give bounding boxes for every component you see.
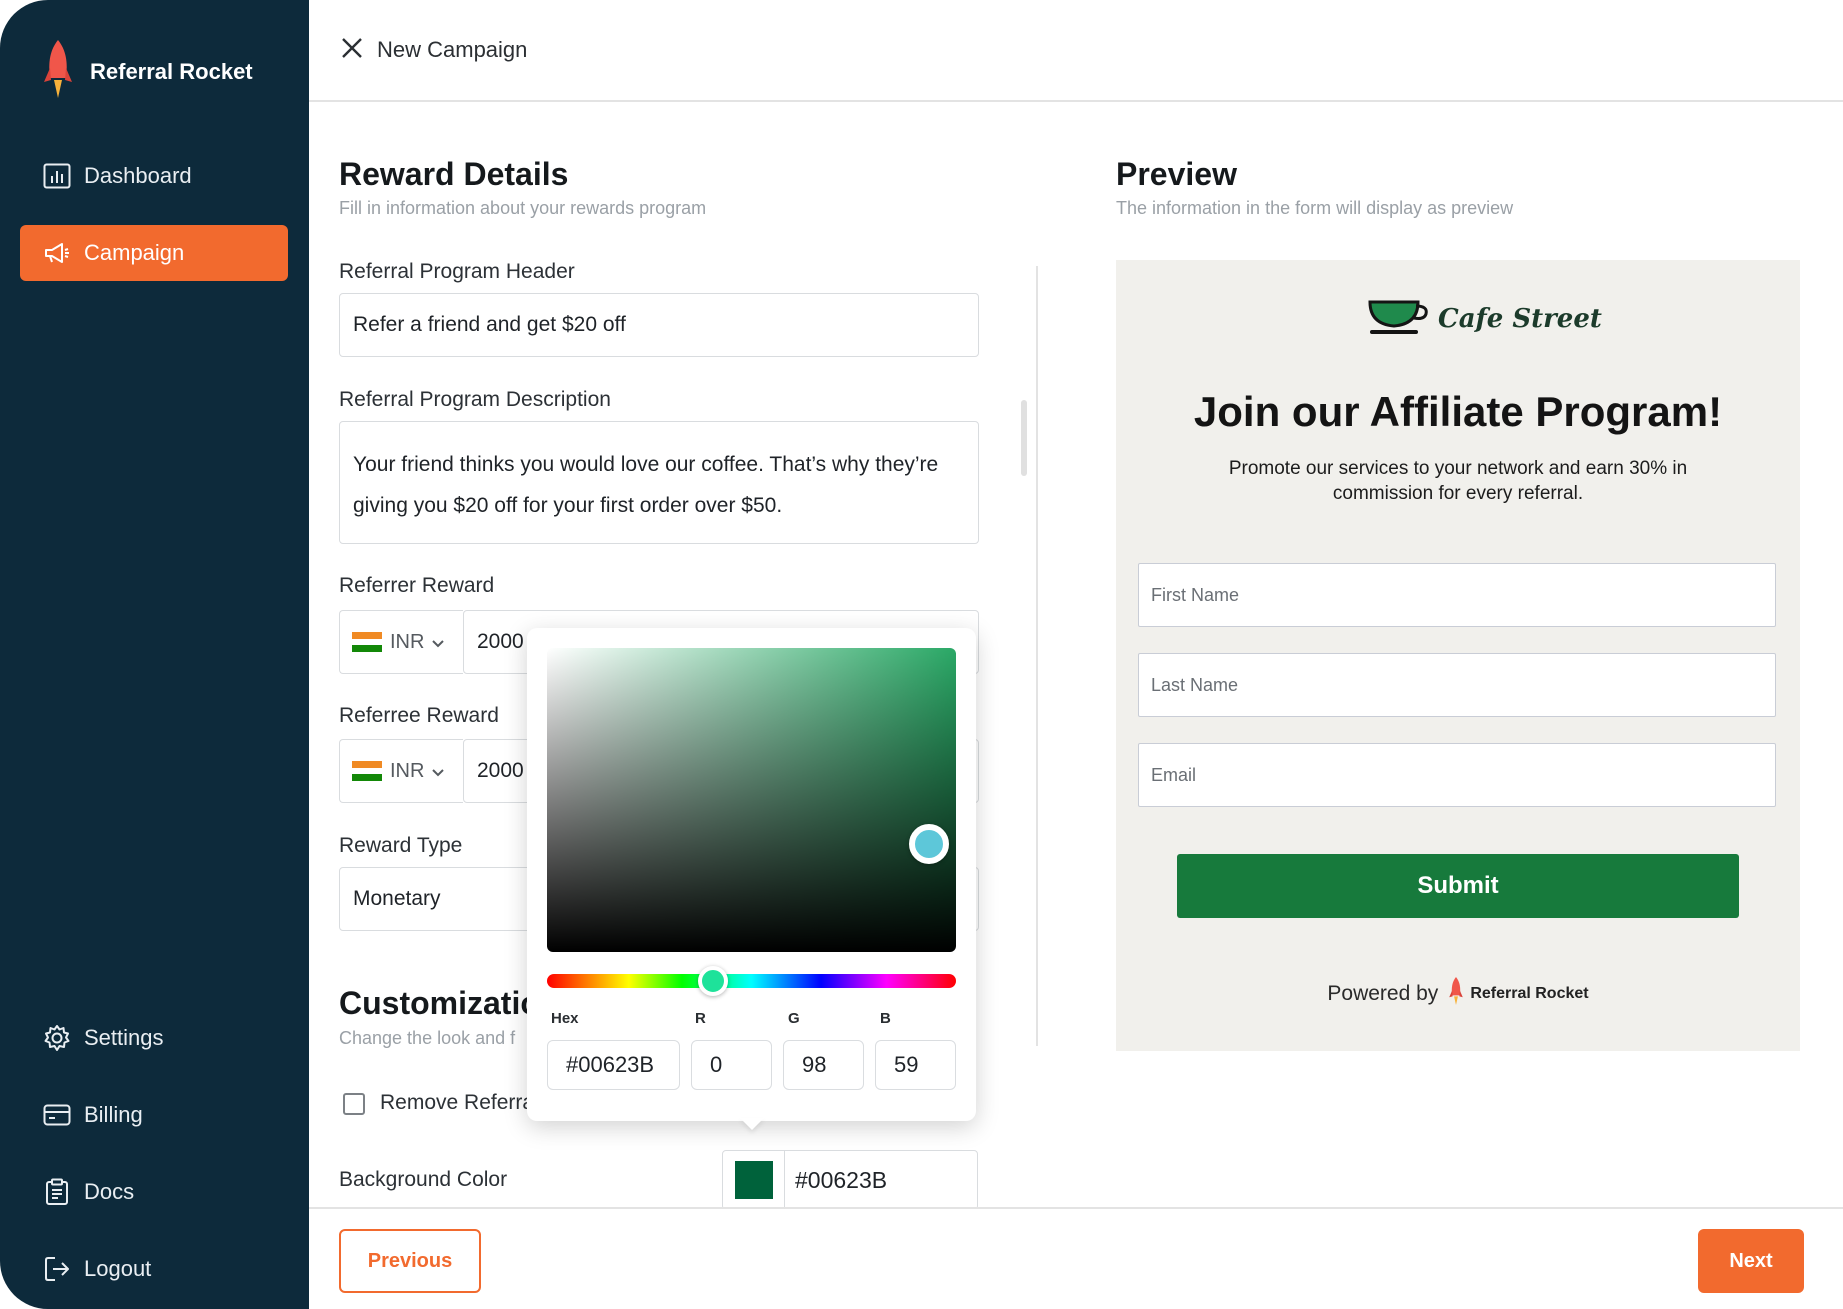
customization-subtitle: Change the look and f bbox=[339, 1028, 516, 1048]
preview-email-input[interactable]: Email bbox=[1138, 743, 1776, 807]
sidebar-item-billing[interactable]: Billing bbox=[20, 1087, 288, 1143]
color-picker: Hex R G B #00623B 0 98 59 bbox=[527, 628, 976, 1121]
background-color-field[interactable]: #00623B bbox=[722, 1150, 978, 1210]
brand-logo[interactable]: Referral Rocket bbox=[42, 38, 253, 105]
chevron-down-icon bbox=[432, 631, 445, 654]
close-icon[interactable] bbox=[341, 37, 363, 64]
sidebar: Referral Rocket Dashboard Campaign Setti… bbox=[0, 0, 309, 1309]
sidebar-item-logout[interactable]: Logout bbox=[20, 1241, 288, 1297]
referrer-reward-label: Referrer Reward bbox=[339, 574, 495, 597]
header-input[interactable]: Refer a friend and get $20 off bbox=[339, 293, 979, 357]
customization-title: Customizatio bbox=[339, 985, 540, 1021]
vertical-divider bbox=[1036, 266, 1038, 1046]
description-label: Referral Program Description bbox=[339, 388, 611, 411]
g-input[interactable]: 98 bbox=[783, 1040, 864, 1090]
sidebar-item-label: Logout bbox=[84, 1256, 152, 1281]
preview-subtitle: The information in the form will display… bbox=[1116, 198, 1514, 218]
reward-details-subtitle: Fill in information about your rewards p… bbox=[339, 198, 707, 218]
remove-branding-label: Remove Referra bbox=[380, 1091, 535, 1114]
b-input[interactable]: 59 bbox=[875, 1040, 956, 1090]
cafe-logo-text: Cafe Street bbox=[1438, 303, 1602, 334]
sidebar-item-label: Dashboard bbox=[84, 163, 192, 188]
background-color-label: Background Color bbox=[339, 1168, 508, 1191]
sidebar-item-label: Billing bbox=[84, 1102, 143, 1127]
header-label: Referral Program Header bbox=[339, 260, 575, 283]
reward-type-label: Reward Type bbox=[339, 834, 463, 857]
sidebar-item-dashboard[interactable]: Dashboard bbox=[20, 148, 288, 204]
r-label: R bbox=[695, 1010, 706, 1027]
preview-heading: Join our Affiliate Program! bbox=[1193, 388, 1723, 435]
preview-last-name-input[interactable]: Last Name bbox=[1138, 653, 1776, 717]
previous-button[interactable]: Previous bbox=[339, 1229, 481, 1293]
r-input[interactable]: 0 bbox=[691, 1040, 772, 1090]
megaphone-icon bbox=[42, 238, 72, 268]
brand-name: Referral Rocket bbox=[90, 58, 253, 84]
sidebar-item-label: Campaign bbox=[84, 240, 185, 265]
background-color-hex: #00623B bbox=[795, 1166, 888, 1193]
sidebar-item-campaign[interactable]: Campaign bbox=[20, 225, 288, 281]
preview-title: Preview bbox=[1116, 156, 1237, 192]
rocket-icon bbox=[1448, 976, 1464, 1012]
hex-label: Hex bbox=[551, 1010, 579, 1027]
powered-by[interactable]: Powered by Referral Rocket bbox=[1116, 976, 1800, 1012]
referee-currency-select[interactable]: INR bbox=[339, 739, 463, 803]
coffee-cup-icon bbox=[1366, 296, 1430, 341]
preview-panel: Cafe Street Join our Affiliate Program! … bbox=[1116, 260, 1800, 1051]
b-label: B bbox=[880, 1010, 891, 1027]
referee-reward-label: Referree Reward bbox=[339, 704, 499, 727]
color-swatch bbox=[734, 1161, 773, 1199]
referrer-currency-select[interactable]: INR bbox=[339, 610, 463, 674]
hue-handle[interactable] bbox=[698, 966, 728, 996]
top-bar: New Campaign bbox=[309, 0, 1843, 102]
hex-input[interactable]: #00623B bbox=[547, 1040, 680, 1090]
credit-card-icon bbox=[42, 1100, 72, 1130]
color-picker-pointer bbox=[740, 1118, 764, 1130]
page-title: New Campaign bbox=[377, 37, 528, 62]
sidebar-item-label: Settings bbox=[84, 1025, 164, 1050]
preview-first-name-input[interactable]: First Name bbox=[1138, 563, 1776, 627]
sidebar-item-docs[interactable]: Docs bbox=[20, 1164, 288, 1220]
sidebar-item-label: Docs bbox=[84, 1179, 135, 1204]
description-textarea[interactable]: Your friend thinks you would love our co… bbox=[339, 421, 979, 544]
rocket-icon bbox=[42, 38, 74, 105]
preview-submit-button[interactable]: Submit bbox=[1177, 854, 1739, 918]
g-label: G bbox=[788, 1010, 800, 1027]
india-flag-icon bbox=[352, 761, 382, 782]
background-color-swatch-button[interactable] bbox=[723, 1151, 785, 1209]
chart-icon bbox=[42, 161, 72, 191]
bottom-bar: Previous Next bbox=[309, 1207, 1843, 1309]
logout-icon bbox=[42, 1254, 72, 1284]
form-scrollbar[interactable] bbox=[1021, 400, 1027, 476]
chevron-down-icon bbox=[432, 760, 445, 783]
saturation-handle[interactable] bbox=[909, 824, 949, 864]
next-button[interactable]: Next bbox=[1698, 1229, 1804, 1293]
preview-description: Promote our services to your network and… bbox=[1228, 458, 1688, 504]
hue-slider[interactable] bbox=[547, 974, 956, 988]
sidebar-item-settings[interactable]: Settings bbox=[20, 1010, 288, 1066]
saturation-value-area[interactable] bbox=[547, 648, 956, 952]
cafe-logo: Cafe Street bbox=[1366, 296, 1602, 341]
india-flag-icon bbox=[352, 632, 382, 653]
reward-details-title: Reward Details bbox=[339, 156, 569, 192]
clipboard-icon bbox=[42, 1177, 72, 1207]
remove-branding-checkbox[interactable] bbox=[343, 1093, 365, 1115]
gear-icon bbox=[42, 1023, 72, 1053]
